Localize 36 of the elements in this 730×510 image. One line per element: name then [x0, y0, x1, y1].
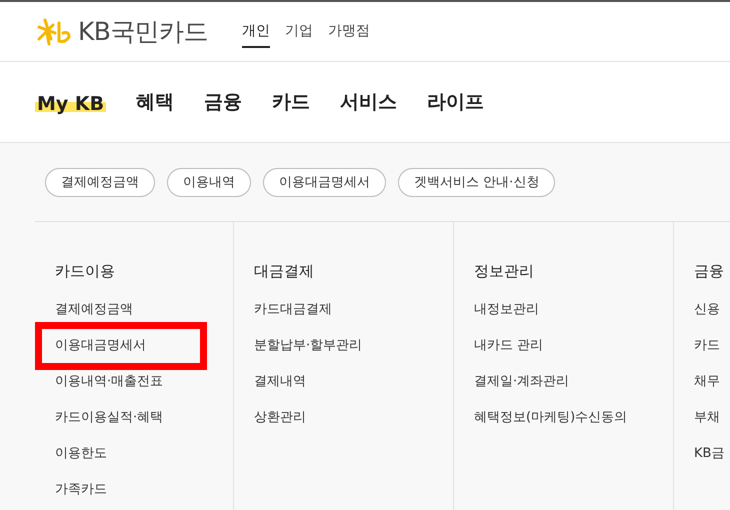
menu-heading: 금융	[694, 261, 725, 282]
quick-link-chip[interactable]: 이용내역	[167, 168, 251, 197]
menu-link[interactable]: 신용	[694, 298, 730, 320]
menu-link[interactable]: 카드대금결제	[254, 298, 453, 320]
nav-tab[interactable]: 혜택	[136, 90, 174, 114]
menu-link[interactable]: 이용대금명세서	[55, 334, 146, 356]
menu-link[interactable]: 카드이용실적·혜택	[55, 406, 233, 428]
menu-heading: 대금결제	[254, 261, 315, 282]
menu-link[interactable]: 상환관리	[254, 406, 453, 428]
menu-heading: 정보관리	[474, 261, 535, 282]
menu-link[interactable]: 부채	[694, 406, 730, 428]
menu-link[interactable]: 혜택정보(마케팅)수신동의	[474, 406, 673, 428]
menu-link[interactable]: 가족카드	[55, 478, 233, 500]
segment-tab[interactable]: 개인	[242, 21, 270, 48]
nav-tab[interactable]: 라이프	[427, 90, 484, 114]
quick-link-chip[interactable]: 겟백서비스 안내·신청	[398, 168, 556, 197]
menu-link[interactable]: 분할납부·할부관리	[254, 334, 453, 356]
nav-tab[interactable]: 금융	[204, 90, 242, 114]
menu-link[interactable]: KB금	[694, 442, 730, 464]
segment-tab[interactable]: 기업	[284, 21, 313, 48]
nav-tab[interactable]: 카드	[272, 90, 310, 114]
quick-link-chip[interactable]: 결제예정금액	[45, 168, 155, 197]
menu-link[interactable]: 카드	[694, 334, 730, 356]
menu-link[interactable]: 내카드 관리	[474, 334, 673, 356]
menu-link[interactable]: 이용한도	[55, 442, 233, 464]
menu-heading: 카드이용	[55, 261, 116, 282]
segment-tab[interactable]: 가맹점	[328, 21, 370, 48]
menu-link[interactable]: 이용내역·매출전표	[55, 370, 233, 392]
menu-link[interactable]: 채무	[694, 370, 730, 392]
quick-link-chip[interactable]: 이용대금명세서	[263, 168, 386, 197]
menu-link[interactable]: 결제예정금액	[55, 298, 233, 320]
menu-link[interactable]: 내정보관리	[474, 298, 673, 320]
nav-tab[interactable]: 서비스	[340, 90, 398, 114]
logo-text: KB국민카드	[78, 16, 208, 48]
menu-link[interactable]: 결제일·계좌관리	[474, 370, 673, 392]
menu-link[interactable]: 결제내역	[254, 370, 453, 392]
